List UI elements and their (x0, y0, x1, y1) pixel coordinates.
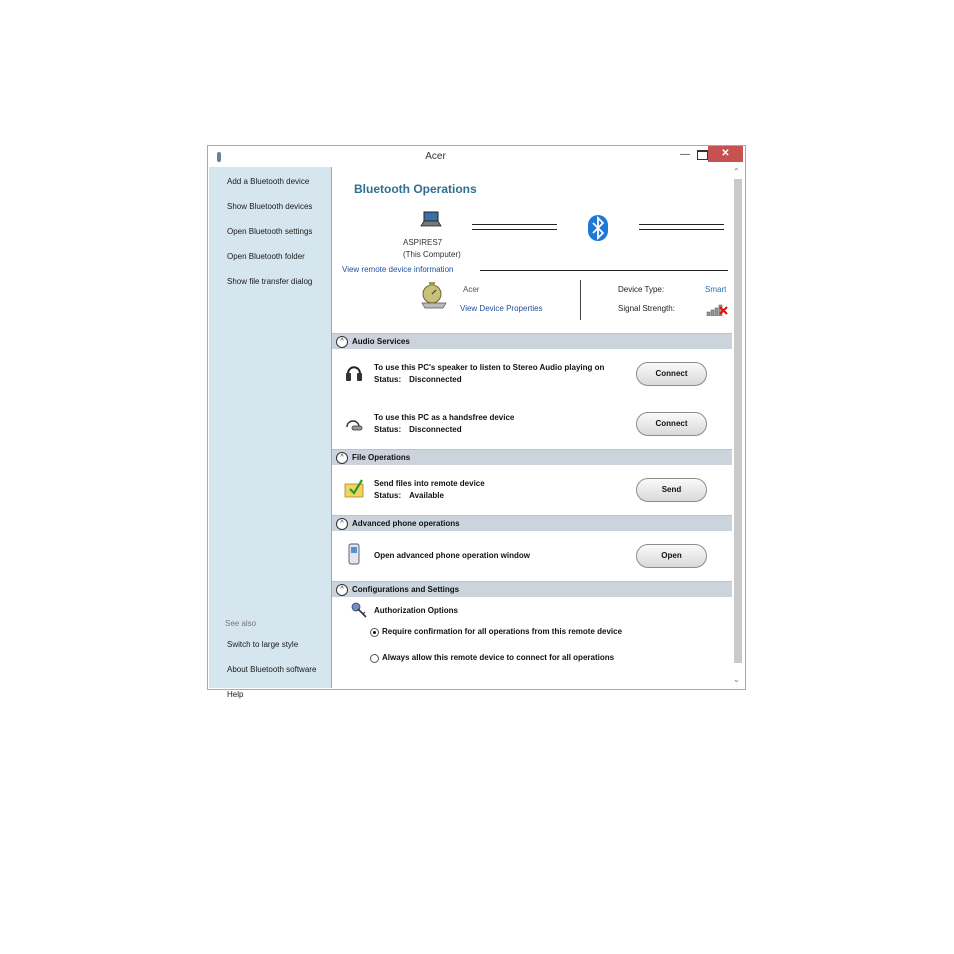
section-file-operations[interactable]: ^ File Operations (332, 449, 732, 465)
status-label: Status: (374, 491, 402, 500)
device-separator (580, 280, 581, 320)
handsfree-row-status: Status: Disconnected (374, 425, 462, 434)
phone-row-title: Open advanced phone operation window (374, 551, 531, 560)
section-label: Configurations and Settings (352, 585, 460, 594)
maximize-button[interactable] (697, 150, 708, 160)
folder-send-icon (344, 479, 364, 498)
scroll-up-arrow-icon[interactable]: ⌃ (733, 167, 740, 176)
sidebar-item-add-device[interactable]: Add a Bluetooth device (227, 177, 309, 186)
section-label: Advanced phone operations (352, 519, 460, 528)
signal-strength-icon (706, 304, 728, 316)
radio-require-confirmation[interactable] (370, 628, 379, 637)
connection-line (472, 229, 557, 230)
title-bar: Acer — ✕ (208, 146, 745, 166)
radio-require-confirmation-label[interactable]: Require confirmation for all operations … (382, 627, 622, 636)
device-name: Acer (463, 285, 480, 294)
computer-name: ASPIRES7 (403, 238, 443, 247)
view-remote-info-link[interactable]: View remote device information (342, 265, 453, 274)
connect-stereo-button[interactable]: Connect (636, 362, 707, 386)
section-label: Audio Services (352, 337, 410, 346)
authorization-icon (351, 602, 367, 618)
computer-subtitle: (This Computer) (403, 250, 461, 259)
sidebar-item-open-folder[interactable]: Open Bluetooth folder (227, 252, 305, 261)
sidebar-item-help[interactable]: Help (227, 690, 243, 699)
device-icon (421, 282, 447, 309)
connection-line (472, 224, 557, 225)
headset-icon (346, 420, 363, 431)
audio-row-title: To use this PC's speaker to listen to St… (374, 363, 605, 372)
signal-strength-label: Signal Strength: (618, 304, 675, 313)
bluetooth-window: Acer — ✕ Add a Bluetooth device Show Blu… (207, 145, 746, 699)
remote-info-line (480, 270, 728, 271)
vertical-scrollbar[interactable]: ⌃ ⌄ (732, 167, 743, 688)
bluetooth-icon (588, 215, 608, 241)
scroll-thumb[interactable] (734, 179, 742, 663)
handsfree-row-title: To use this PC as a handsfree device (374, 413, 515, 422)
collapse-chevron-icon[interactable]: ^ (336, 584, 348, 596)
see-also-label: See also (225, 619, 257, 628)
sidebar-item-file-transfer[interactable]: Show file transfer dialog (227, 277, 312, 286)
radio-always-allow-label[interactable]: Always allow this remote device to conne… (382, 653, 614, 662)
scroll-down-arrow-icon[interactable]: ⌄ (733, 675, 740, 684)
close-button[interactable]: ✕ (708, 146, 743, 162)
view-device-properties-link[interactable]: View Device Properties (460, 304, 543, 313)
open-phone-button[interactable]: Open (636, 544, 707, 568)
section-advanced-phone[interactable]: ^ Advanced phone operations (332, 515, 732, 531)
collapse-chevron-icon[interactable]: ^ (336, 336, 348, 348)
device-type-label: Device Type: (618, 285, 665, 294)
status-label: Status: (374, 375, 402, 384)
sidebar-item-about[interactable]: About Bluetooth software (227, 665, 316, 674)
status-value: Disconnected (409, 375, 462, 384)
audio-row-status: Status: Disconnected (374, 375, 462, 384)
minimize-button[interactable]: — (678, 150, 692, 162)
status-value: Available (409, 491, 444, 500)
send-files-row-status: Status: Available (374, 491, 444, 500)
laptop-icon (420, 211, 442, 227)
window-title: Acer (425, 151, 446, 162)
sidebar-item-open-settings[interactable]: Open Bluetooth settings (227, 227, 312, 236)
status-value: Disconnected (409, 425, 462, 434)
connection-line (639, 229, 724, 230)
send-files-row-title: Send files into remote device (374, 479, 485, 488)
section-audio-services[interactable]: ^ Audio Services (332, 333, 732, 349)
page-title: Bluetooth Operations (354, 182, 477, 196)
section-configurations[interactable]: ^ Configurations and Settings (332, 581, 732, 597)
phone-icon (348, 543, 360, 565)
collapse-chevron-icon[interactable]: ^ (336, 518, 348, 530)
send-button[interactable]: Send (636, 478, 707, 502)
connect-handsfree-button[interactable]: Connect (636, 412, 707, 436)
device-type-value: Smart (705, 285, 727, 294)
sidebar-item-show-devices[interactable]: Show Bluetooth devices (227, 202, 312, 211)
status-label: Status: (374, 425, 402, 434)
main-content: Bluetooth Operations ASPIRES7 (This Comp… (332, 167, 732, 688)
auth-options-title: Authorization Options (374, 606, 458, 615)
headphones-icon (346, 366, 362, 381)
section-label: File Operations (352, 453, 411, 462)
connection-line (639, 224, 724, 225)
collapse-chevron-icon[interactable]: ^ (336, 452, 348, 464)
radio-always-allow[interactable] (370, 654, 379, 663)
sidebar: Add a Bluetooth device Show Bluetooth de… (209, 167, 331, 699)
sidebar-item-large-style[interactable]: Switch to large style (227, 640, 298, 649)
